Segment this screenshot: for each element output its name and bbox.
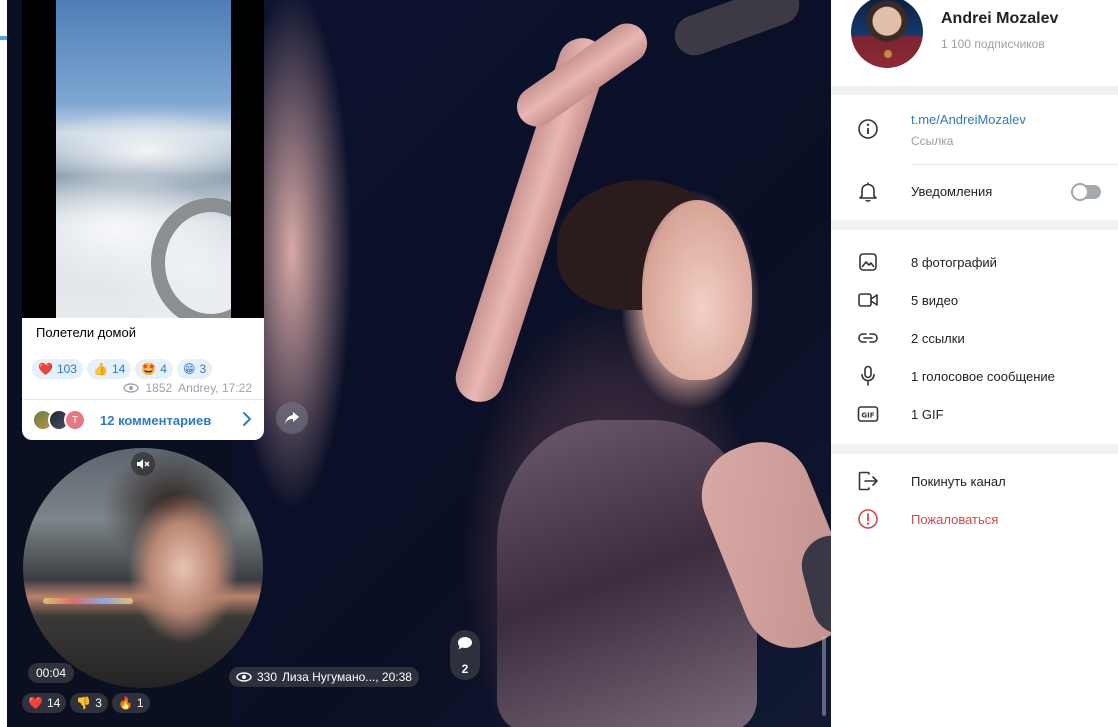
channel-link-row[interactable]: t.me/AndreiMozalev Ссылка xyxy=(831,107,1118,151)
microphone-icon xyxy=(857,365,879,387)
info-icon xyxy=(857,118,879,140)
channel-info-block: t.me/AndreiMozalev Ссылка Уведомления xyxy=(831,95,1118,220)
leave-channel-label: Покинуть канал xyxy=(911,474,1006,489)
notifications-row[interactable]: Уведомления xyxy=(831,172,1118,212)
shared-gif-row[interactable]: GIF 1 GIF xyxy=(831,396,1118,432)
author-time: Andrey, 17:22 xyxy=(178,381,252,395)
photos-count: 8 фотографий xyxy=(911,255,997,270)
video-duration: 00:04 xyxy=(28,663,75,683)
channel-link[interactable]: t.me/AndreiMozalev xyxy=(911,112,1026,127)
shared-links-row[interactable]: 2 ссылки xyxy=(831,320,1118,356)
reaction-heart[interactable]: ❤️ 14 xyxy=(22,693,67,713)
photo-post-image[interactable] xyxy=(232,0,831,727)
message-caption: Полетели домой xyxy=(36,325,136,340)
photo-meta: 330 Лиза Нугумано..., 20:38 xyxy=(229,667,419,687)
leave-icon xyxy=(857,470,879,492)
reaction-thumbs-down[interactable]: 👎 3 xyxy=(70,693,108,713)
shared-videos-row[interactable]: 5 видео xyxy=(831,282,1118,318)
notifications-label: Уведомления xyxy=(911,184,993,199)
shared-photos-row[interactable]: 8 фотографий xyxy=(831,244,1118,280)
message-meta: 1852 Andrey, 17:22 xyxy=(123,381,252,395)
gif-count: 1 GIF xyxy=(911,407,944,422)
grin-icon: 😁 xyxy=(182,362,196,376)
chat-area[interactable]: Полетели домой ❤️ 103 👍 14 🤩 4 😁 3 1852 … xyxy=(0,0,831,727)
svg-text:GIF: GIF xyxy=(861,412,874,420)
subscriber-count: 1 100 подписчиков xyxy=(941,37,1045,51)
gif-icon: GIF xyxy=(857,403,879,425)
channel-link-caption: Ссылка xyxy=(911,134,954,148)
share-button[interactable] xyxy=(276,402,308,434)
channel-name: Andrei Mozalev xyxy=(941,10,1059,27)
videos-count: 5 видео xyxy=(911,293,959,308)
reaction-grin[interactable]: 😁 3 xyxy=(176,359,213,379)
view-count: 1852 xyxy=(145,381,173,395)
comment-icon xyxy=(458,637,472,650)
reaction-fire[interactable]: 🔥 1 xyxy=(111,693,150,713)
comments-label: 12 комментариев xyxy=(100,412,212,428)
comment-count: 2 xyxy=(461,662,469,676)
channel-avatar[interactable] xyxy=(851,0,923,68)
channel-info-panel: Andrei Mozalev 1 100 подписчиков t.me/An… xyxy=(831,0,1118,727)
reaction-heart[interactable]: ❤️ 103 xyxy=(32,359,83,379)
muted-speaker-icon xyxy=(137,459,150,469)
shared-media-block: 8 фотографий 5 видео 2 ссылки 1 голосово… xyxy=(831,230,1118,444)
author-time: Лиза Нугумано..., 20:38 xyxy=(282,670,412,684)
comments-button[interactable]: 2 xyxy=(450,630,480,680)
video-preview[interactable] xyxy=(22,0,264,318)
report-row[interactable]: Пожаловаться xyxy=(831,501,1118,537)
heart-icon: ❤️ xyxy=(38,362,53,376)
channel-header: Andrei Mozalev 1 100 подписчиков xyxy=(831,0,1118,86)
eye-icon xyxy=(236,672,252,682)
chat-scrollbar[interactable] xyxy=(822,636,826,716)
warning-icon xyxy=(857,508,879,530)
bell-icon xyxy=(857,181,879,203)
photo-icon xyxy=(857,251,879,273)
video-camera-icon xyxy=(857,289,879,311)
mute-button[interactable] xyxy=(131,452,155,476)
eye-icon xyxy=(123,383,140,393)
fire-icon: 🔥 xyxy=(117,696,133,710)
round-video-message[interactable] xyxy=(23,448,263,688)
link-icon xyxy=(857,327,879,349)
view-count: 330 xyxy=(257,670,278,684)
channel-actions-block: Покинуть канал Пожаловаться xyxy=(831,454,1118,727)
reaction-star-eyes[interactable]: 🤩 4 xyxy=(135,359,173,379)
video-message[interactable]: Полетели домой ❤️ 103 👍 14 🤩 4 😁 3 1852 … xyxy=(22,0,264,440)
thumbs-up-icon: 👍 xyxy=(92,362,108,376)
avatar: T xyxy=(64,409,86,431)
comments-button[interactable]: T 12 комментариев xyxy=(22,400,264,440)
thumbs-down-icon: 👎 xyxy=(76,696,92,710)
shared-voice-row[interactable]: 1 голосовое сообщение xyxy=(831,358,1118,394)
chevron-right-icon xyxy=(243,412,252,426)
round-reactions-bar: ❤️ 14 👎 3 🔥 1 xyxy=(22,693,150,713)
commenter-avatars: T xyxy=(32,409,86,431)
reactions-bar: ❤️ 103 👍 14 🤩 4 😁 3 xyxy=(32,359,213,379)
leave-channel-row[interactable]: Покинуть канал xyxy=(831,463,1118,499)
notifications-toggle[interactable] xyxy=(1071,183,1101,201)
report-label: Пожаловаться xyxy=(911,512,999,527)
links-count: 2 ссылки xyxy=(911,331,965,346)
star-eyes-icon: 🤩 xyxy=(141,362,157,376)
chat-edge xyxy=(0,0,7,727)
share-arrow-icon xyxy=(285,412,299,424)
heart-icon: ❤️ xyxy=(28,696,43,710)
voice-count: 1 голосовое сообщение xyxy=(911,369,1055,384)
reaction-thumbs-up[interactable]: 👍 14 xyxy=(86,359,132,379)
